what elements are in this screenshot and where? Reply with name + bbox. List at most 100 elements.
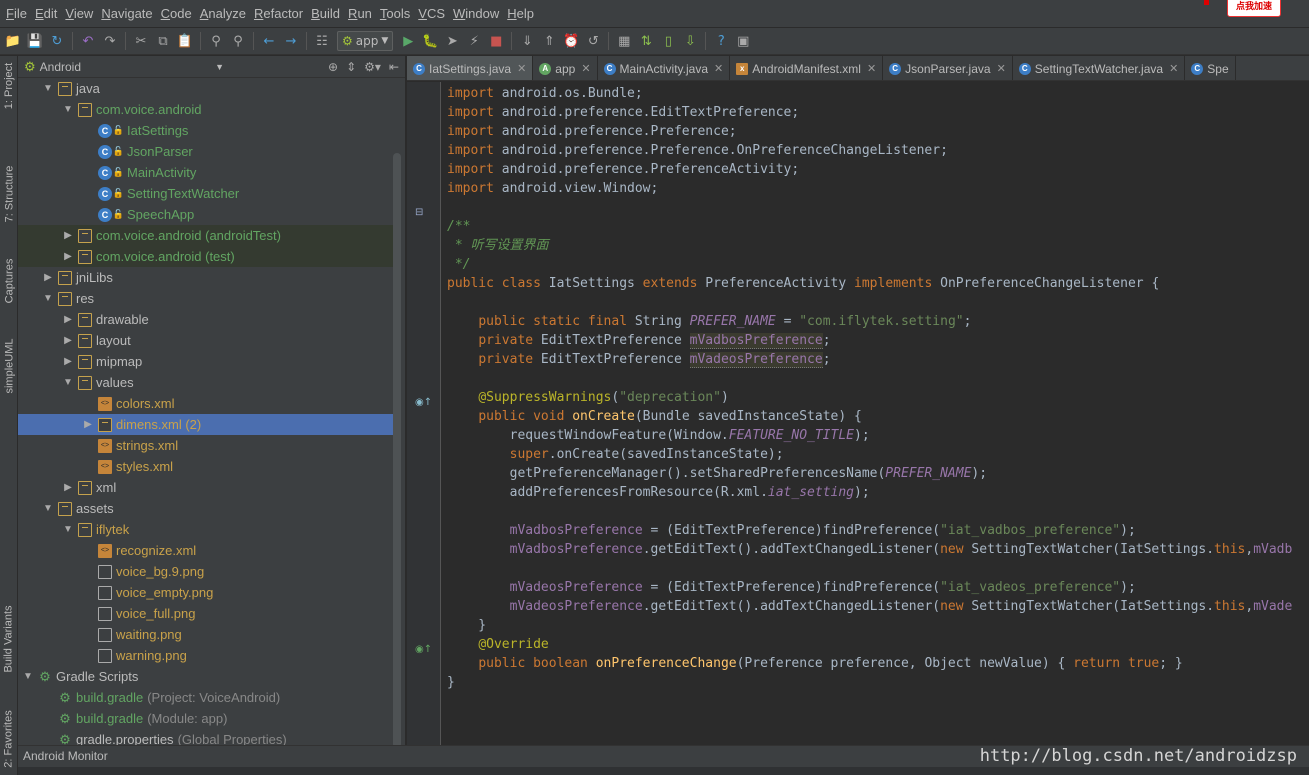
tree-node[interactable]: ▼ iflytek — [18, 519, 393, 540]
run-icon[interactable]: ▶ — [397, 30, 419, 52]
collapsed-arrow-icon[interactable]: ▶ — [82, 419, 94, 430]
menu-refactor[interactable]: Refactor — [250, 6, 307, 21]
close-icon[interactable]: ✕ — [997, 62, 1006, 75]
tool-window-tab-1-project[interactable]: 1: Project — [0, 56, 18, 116]
tree-node[interactable]: ▶ com.voice.android (test) — [18, 246, 393, 267]
expanded-arrow-icon[interactable]: ▼ — [42, 293, 54, 304]
apply-changes-icon[interactable]: ⚡ — [463, 30, 485, 52]
make-icon[interactable]: ☷ — [311, 30, 333, 52]
menu-run[interactable]: Run — [344, 6, 376, 21]
close-icon[interactable]: ✕ — [714, 62, 723, 75]
find-icon[interactable]: ⚲ — [205, 30, 227, 52]
run-config-select[interactable]: ⚙ app ▼ — [337, 31, 394, 51]
tree-node[interactable]: ▼ assets — [18, 498, 393, 519]
expanded-arrow-icon[interactable]: ▼ — [62, 104, 74, 115]
gear-icon[interactable]: ⚙▾ — [364, 60, 381, 74]
menu-edit[interactable]: Edit — [31, 6, 61, 21]
stop-icon[interactable]: ■ — [485, 30, 507, 52]
tool-window-tab-captures[interactable]: Captures — [0, 246, 18, 316]
tree-node[interactable]: ▼ res — [18, 288, 393, 309]
tree-node[interactable]: voice_bg.9.png — [18, 561, 393, 582]
editor-tab[interactable]: x AndroidManifest.xml ✕ — [730, 56, 884, 80]
menu-help[interactable]: Help — [503, 6, 538, 21]
tree-node[interactable]: <> strings.xml — [18, 435, 393, 456]
tree-node[interactable]: <> recognize.xml — [18, 540, 393, 561]
cut-icon[interactable]: ✂ — [130, 30, 152, 52]
collapsed-arrow-icon[interactable]: ▶ — [62, 356, 74, 367]
expanded-arrow-icon[interactable]: ▼ — [62, 524, 74, 535]
scroll-from-source-icon[interactable]: ⊕ — [328, 60, 338, 74]
revert-icon[interactable]: ↺ — [582, 30, 604, 52]
tree-node[interactable]: C 🔓 IatSettings — [18, 120, 393, 141]
tree-node[interactable]: C 🔓 SettingTextWatcher — [18, 183, 393, 204]
tool-window-tab-simpleuml[interactable]: simpleUML — [0, 331, 18, 401]
replace-icon[interactable]: ⚲ — [227, 30, 249, 52]
collapse-all-icon[interactable]: ⇕ — [346, 60, 356, 74]
close-icon[interactable]: ✕ — [1169, 62, 1178, 75]
editor-tab[interactable]: Aapp ✕ — [533, 56, 598, 80]
sync-icon[interactable]: ↻ — [46, 30, 68, 52]
tree-node[interactable]: waiting.png — [18, 624, 393, 645]
menu-build[interactable]: Build — [307, 6, 344, 21]
tree-node[interactable]: ▶ com.voice.android (androidTest) — [18, 225, 393, 246]
expanded-arrow-icon[interactable]: ▼ — [42, 83, 54, 94]
tree-node[interactable]: ▼ java — [18, 78, 393, 99]
expanded-arrow-icon[interactable]: ▼ — [62, 377, 74, 388]
back-icon[interactable]: ← — [258, 30, 280, 52]
fold-icon[interactable]: ⊟ — [415, 207, 423, 218]
save-icon[interactable]: 💾 — [24, 30, 46, 52]
tree-node[interactable]: ▶ jniLibs — [18, 267, 393, 288]
menu-view[interactable]: View — [61, 6, 97, 21]
tree-node[interactable]: C 🔓 SpeechApp — [18, 204, 393, 225]
vcs-update-icon[interactable]: ⇓ — [516, 30, 538, 52]
collapsed-arrow-icon[interactable]: ▶ — [62, 335, 74, 346]
tree-scrollbar[interactable] — [393, 153, 401, 745]
help-icon[interactable]: ? — [710, 30, 732, 52]
editor-tab[interactable]: C IatSettings.java ✕ — [407, 56, 534, 80]
tree-node[interactable]: ▶ drawable — [18, 309, 393, 330]
expanded-arrow-icon[interactable]: ▼ — [42, 503, 54, 514]
tree-node[interactable]: ▶ dimens.xml (2) — [18, 414, 393, 435]
menu-analyze[interactable]: Analyze — [196, 6, 250, 21]
menu-tools[interactable]: Tools — [376, 6, 414, 21]
paste-icon[interactable]: 📋 — [174, 30, 196, 52]
editor-tab[interactable]: C MainActivity.java ✕ — [598, 56, 731, 80]
menu-vcs[interactable]: VCS — [414, 6, 449, 21]
forward-icon[interactable]: → — [280, 30, 302, 52]
open-icon[interactable]: 📁 — [2, 30, 24, 52]
tree-node[interactable]: ▶ xml — [18, 477, 393, 498]
redo-icon[interactable]: ↷ — [99, 30, 121, 52]
hide-panel-icon[interactable]: ⇤ — [389, 60, 399, 74]
vcs-commit-icon[interactable]: ⇑ — [538, 30, 560, 52]
tool-window-tab-2-favorites[interactable]: 2: Favorites — [0, 706, 18, 771]
debug-icon[interactable]: 🐛 — [419, 30, 441, 52]
tree-node[interactable]: C 🔓 JsonParser — [18, 141, 393, 162]
tree-node[interactable]: ▼ values — [18, 372, 393, 393]
tree-node[interactable]: C 🔓 MainActivity — [18, 162, 393, 183]
device-monitor-icon[interactable]: ▣ — [732, 30, 754, 52]
tree-node[interactable]: voice_full.png — [18, 603, 393, 624]
history-icon[interactable]: ⏰ — [560, 30, 582, 52]
tree-node[interactable]: voice_empty.png — [18, 582, 393, 603]
promo-badge[interactable]: 点我加速 — [1227, 0, 1281, 17]
editor-tab[interactable]: C JsonParser.java ✕ — [883, 56, 1013, 80]
tool-window-tab-build-variants[interactable]: Build Variants — [0, 596, 18, 681]
tree-node[interactable]: ⚙ gradle.properties (Global Properties) — [18, 729, 393, 746]
project-structure-icon[interactable]: ▦ — [613, 30, 635, 52]
avd-icon[interactable]: ▯ — [657, 30, 679, 52]
tree-node[interactable]: ▼ ⚙ Gradle Scripts — [18, 666, 393, 687]
menu-code[interactable]: Code — [157, 6, 196, 21]
sdk-icon[interactable]: ⇩ — [679, 30, 701, 52]
implement-marker-icon[interactable]: ◉↑ — [415, 644, 432, 655]
close-icon[interactable]: ✕ — [867, 62, 876, 75]
collapsed-arrow-icon[interactable]: ▶ — [62, 314, 74, 325]
gradle-sync-icon[interactable]: ⇅ — [635, 30, 657, 52]
tree-node[interactable]: ▶ layout — [18, 330, 393, 351]
expanded-arrow-icon[interactable]: ▼ — [22, 671, 34, 682]
project-view-select[interactable]: ⚙ Android ▼ — [24, 59, 224, 75]
collapsed-arrow-icon[interactable]: ▶ — [42, 272, 54, 283]
android-monitor-tab[interactable]: Android Monitor — [23, 749, 108, 763]
collapsed-arrow-icon[interactable]: ▶ — [62, 251, 74, 262]
editor-tab[interactable]: C SettingTextWatcher.java ✕ — [1013, 56, 1186, 80]
tool-window-tab-7-structure[interactable]: 7: Structure — [0, 146, 18, 241]
